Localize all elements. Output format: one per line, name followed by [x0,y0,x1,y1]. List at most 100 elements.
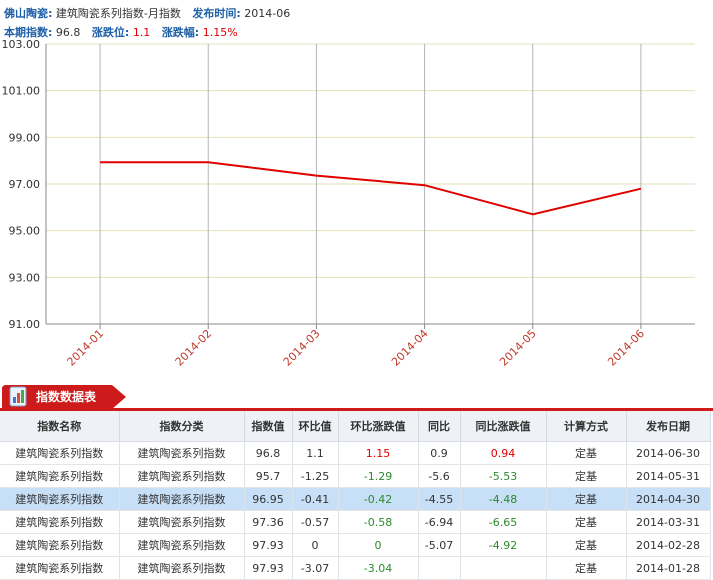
table-cell: 2014-03-31 [626,510,711,534]
table-cell: 定基 [546,556,627,580]
table-cell: 定基 [546,464,627,488]
table-cell: 建筑陶瓷系列指数 [0,487,120,511]
x-tick-label: 2014-05 [497,327,539,369]
table-row[interactable]: 建筑陶瓷系列指数 建筑陶瓷系列指数 97.93 0 0 -5.07 -4.92 定基 2014-… [0,533,711,557]
column-header: 同比 [418,411,461,442]
publish-label: 发布时间: [192,7,241,20]
y-tick-label: 91.00 [9,318,41,331]
table-cell: 0 [292,533,339,557]
table-cell: 定基 [546,487,627,511]
table-row[interactable]: 建筑陶瓷系列指数 建筑陶瓷系列指数 95.7 -1.25 -1.29 -5.6 -5.53 定… [0,464,711,488]
table-cell: 2014-01-28 [626,556,711,580]
table-cell: -0.58 [338,510,419,534]
table-cell: 建筑陶瓷系列指数 [119,533,245,557]
column-header: 发布日期 [626,411,711,442]
table-cell [460,556,547,580]
y-tick-label: 95.00 [9,225,41,238]
x-tick-label: 2014-01 [65,327,107,369]
column-header: 指数名称 [0,411,120,442]
table-cell: 0 [338,533,419,557]
data-table-section-bar: 指数数据表 [0,383,713,411]
table-cell: -0.42 [338,487,419,511]
table-cell: 97.93 [244,556,293,580]
chart-book-icon [9,386,27,407]
table-cell: -4.48 [460,487,547,511]
column-header: 指数值 [244,411,293,442]
table-cell: 建筑陶瓷系列指数 [0,441,120,465]
column-header: 环比涨跌值 [338,411,419,442]
table-row[interactable]: 建筑陶瓷系列指数 建筑陶瓷系列指数 97.93 -3.07 -3.04 定基 2014-01… [0,556,711,580]
table-cell: -6.65 [460,510,547,534]
current-index-label: 本期指数: [4,26,53,39]
table-cell: -6.94 [418,510,461,534]
table-cell: 2014-06-30 [626,441,711,465]
column-header: 计算方式 [546,411,627,442]
table-cell: 建筑陶瓷系列指数 [119,487,245,511]
table-row[interactable]: 建筑陶瓷系列指数 建筑陶瓷系列指数 96.95 -0.41 -0.42 -4.55 -4.4… [0,487,711,511]
table-cell: 1.1 [292,441,339,465]
index-data-table: 指数名称 指数分类 指数值 环比值 环比涨跌值 同比 同比涨跌值 计算方式 发布日期 建筑陶瓷系… [0,411,711,580]
table-cell: -5.07 [418,533,461,557]
table-cell: 2014-04-30 [626,487,711,511]
column-header: 同比涨跌值 [460,411,547,442]
table-cell: -3.04 [338,556,419,580]
change-value: 1.1 [132,26,151,39]
table-cell: 建筑陶瓷系列指数 [0,533,120,557]
table-cell: 95.7 [244,464,293,488]
table-cell: 2014-02-28 [626,533,711,557]
table-row[interactable]: 建筑陶瓷系列指数 建筑陶瓷系列指数 97.36 -0.57 -0.58 -6.94 -6.6… [0,510,711,534]
table-cell: 建筑陶瓷系列指数 [119,441,245,465]
x-tick-label: 2014-02 [173,327,215,369]
publish-value: 2014-06 [244,7,291,20]
table-cell: 建筑陶瓷系列指数 [0,464,120,488]
company-label: 佛山陶瓷: [4,7,53,20]
table-cell: -0.57 [292,510,339,534]
table-cell [418,556,461,580]
line-chart: 103.00 101.00 99.00 97.00 95.00 93.00 91.00 201… [2,40,695,369]
table-cell: 定基 [546,510,627,534]
table-body: 建筑陶瓷系列指数 建筑陶瓷系列指数 96.8 1.1 1.15 0.9 0.94 定基 2014… [0,441,711,580]
series-line [100,161,642,216]
y-tick-label: 97.00 [9,178,41,191]
table-cell: 建筑陶瓷系列指数 [0,510,120,534]
table-cell: 96.95 [244,487,293,511]
table-header-row: 指数名称 指数分类 指数值 环比值 环比涨跌值 同比 同比涨跌值 计算方式 发布日期 [0,411,711,442]
y-tick-label: 99.00 [9,131,41,144]
index-header: 佛山陶瓷: 建筑陶瓷系列指数-月指数 发布时间: 2014-06 本期指数: 9… [0,0,713,42]
table-cell: 建筑陶瓷系列指数 [119,556,245,580]
header-row-1: 佛山陶瓷: 建筑陶瓷系列指数-月指数 发布时间: 2014-06 [4,5,298,21]
table-cell: 1.15 [338,441,419,465]
table-cell: 2014-05-31 [626,464,711,488]
pct-change-value: 1.15% [202,26,238,39]
x-tick-label: 2014-04 [389,327,431,369]
table-cell: -5.6 [418,464,461,488]
table-row[interactable]: 建筑陶瓷系列指数 建筑陶瓷系列指数 96.8 1.1 1.15 0.9 0.94 定基 2014… [0,441,711,465]
table-cell: -4.55 [418,487,461,511]
x-tick-label: 2014-03 [281,327,323,369]
table-cell: 建筑陶瓷系列指数 [0,556,120,580]
table-cell: 建筑陶瓷系列指数 [119,510,245,534]
y-tick-label: 103.00 [2,40,41,51]
table-cell: 建筑陶瓷系列指数 [119,464,245,488]
table-cell: 0.94 [460,441,547,465]
y-tick-label: 93.00 [9,271,41,284]
table-cell: -1.25 [292,464,339,488]
section-title: 指数数据表 [36,390,97,404]
current-index-value: 96.8 [55,26,81,39]
pct-change-label: 涨跌幅: [161,26,200,39]
x-tick-label: 2014-06 [605,327,647,369]
index-name: 建筑陶瓷系列指数-月指数 [55,7,181,20]
column-header: 指数分类 [119,411,245,442]
table-cell: -0.41 [292,487,339,511]
table-cell: -1.29 [338,464,419,488]
table-cell: 定基 [546,533,627,557]
table-cell: 定基 [546,441,627,465]
table-cell: 97.93 [244,533,293,557]
table-cell: 0.9 [418,441,461,465]
table-cell: -5.53 [460,464,547,488]
change-label: 涨跌位: [91,26,130,39]
table-cell: -3.07 [292,556,339,580]
y-tick-label: 101.00 [2,85,41,98]
table-cell: 97.36 [244,510,293,534]
header-row-2: 本期指数: 96.8 涨跌位: 1.1 涨跌幅: 1.15% [4,24,246,40]
